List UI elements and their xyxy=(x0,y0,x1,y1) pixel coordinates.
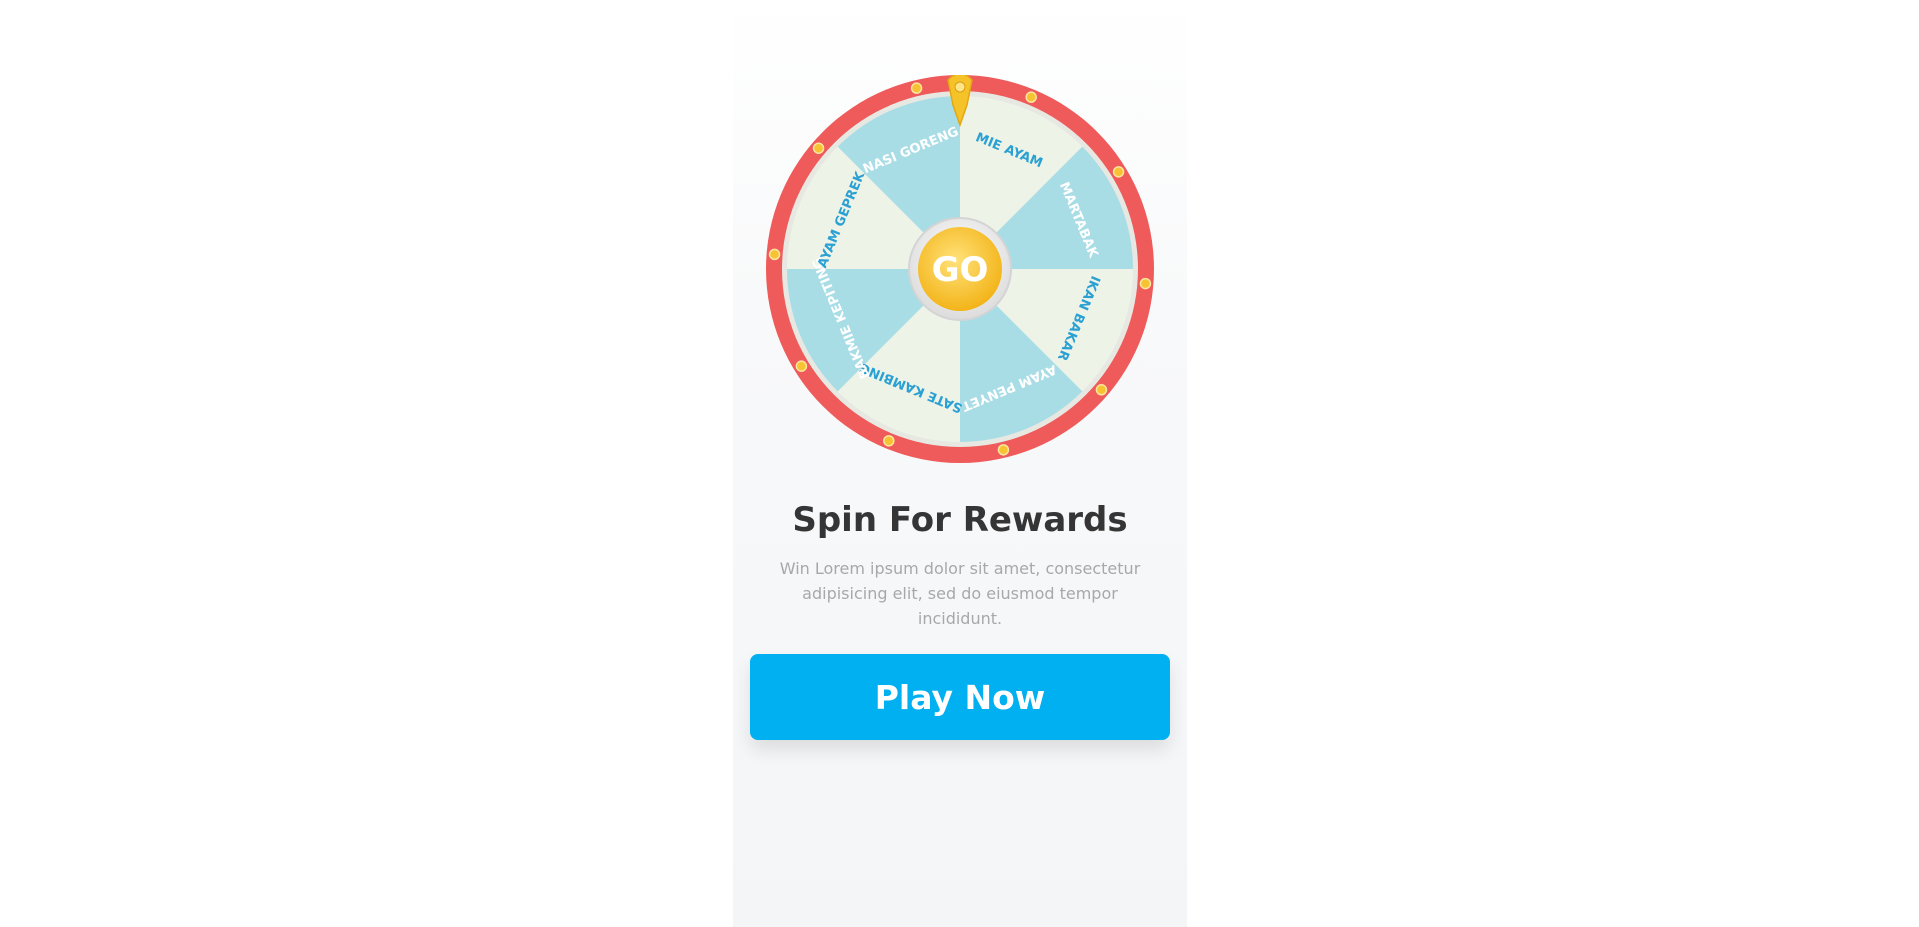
prize-wheel-graphic: MIE AYAMMARTABAKIKAN BAKARAYAM PENYETSAT… xyxy=(766,75,1154,463)
play-now-button[interactable]: Play Now xyxy=(750,654,1170,740)
page-title: Spin For Rewards xyxy=(792,500,1128,540)
rim-bulb xyxy=(910,82,923,94)
rim-bulb xyxy=(883,435,895,447)
rim-bulb xyxy=(812,142,825,154)
rim-bulb xyxy=(1139,277,1152,290)
rim-bulb xyxy=(768,248,781,261)
rim-bulb xyxy=(795,360,808,372)
rim-bulb xyxy=(997,444,1010,456)
rim-bulb xyxy=(1112,166,1125,178)
prize-wheel[interactable]: MIE AYAM MARTABAK IKAN BAKAR AYAM PENYET SAT… xyxy=(766,75,1154,463)
rim-bulb xyxy=(1095,384,1108,396)
rim-bulb xyxy=(1025,91,1037,103)
page-description: Win Lorem ipsum dolor sit amet, consecte… xyxy=(779,559,1141,628)
go-label: GO xyxy=(932,250,989,290)
